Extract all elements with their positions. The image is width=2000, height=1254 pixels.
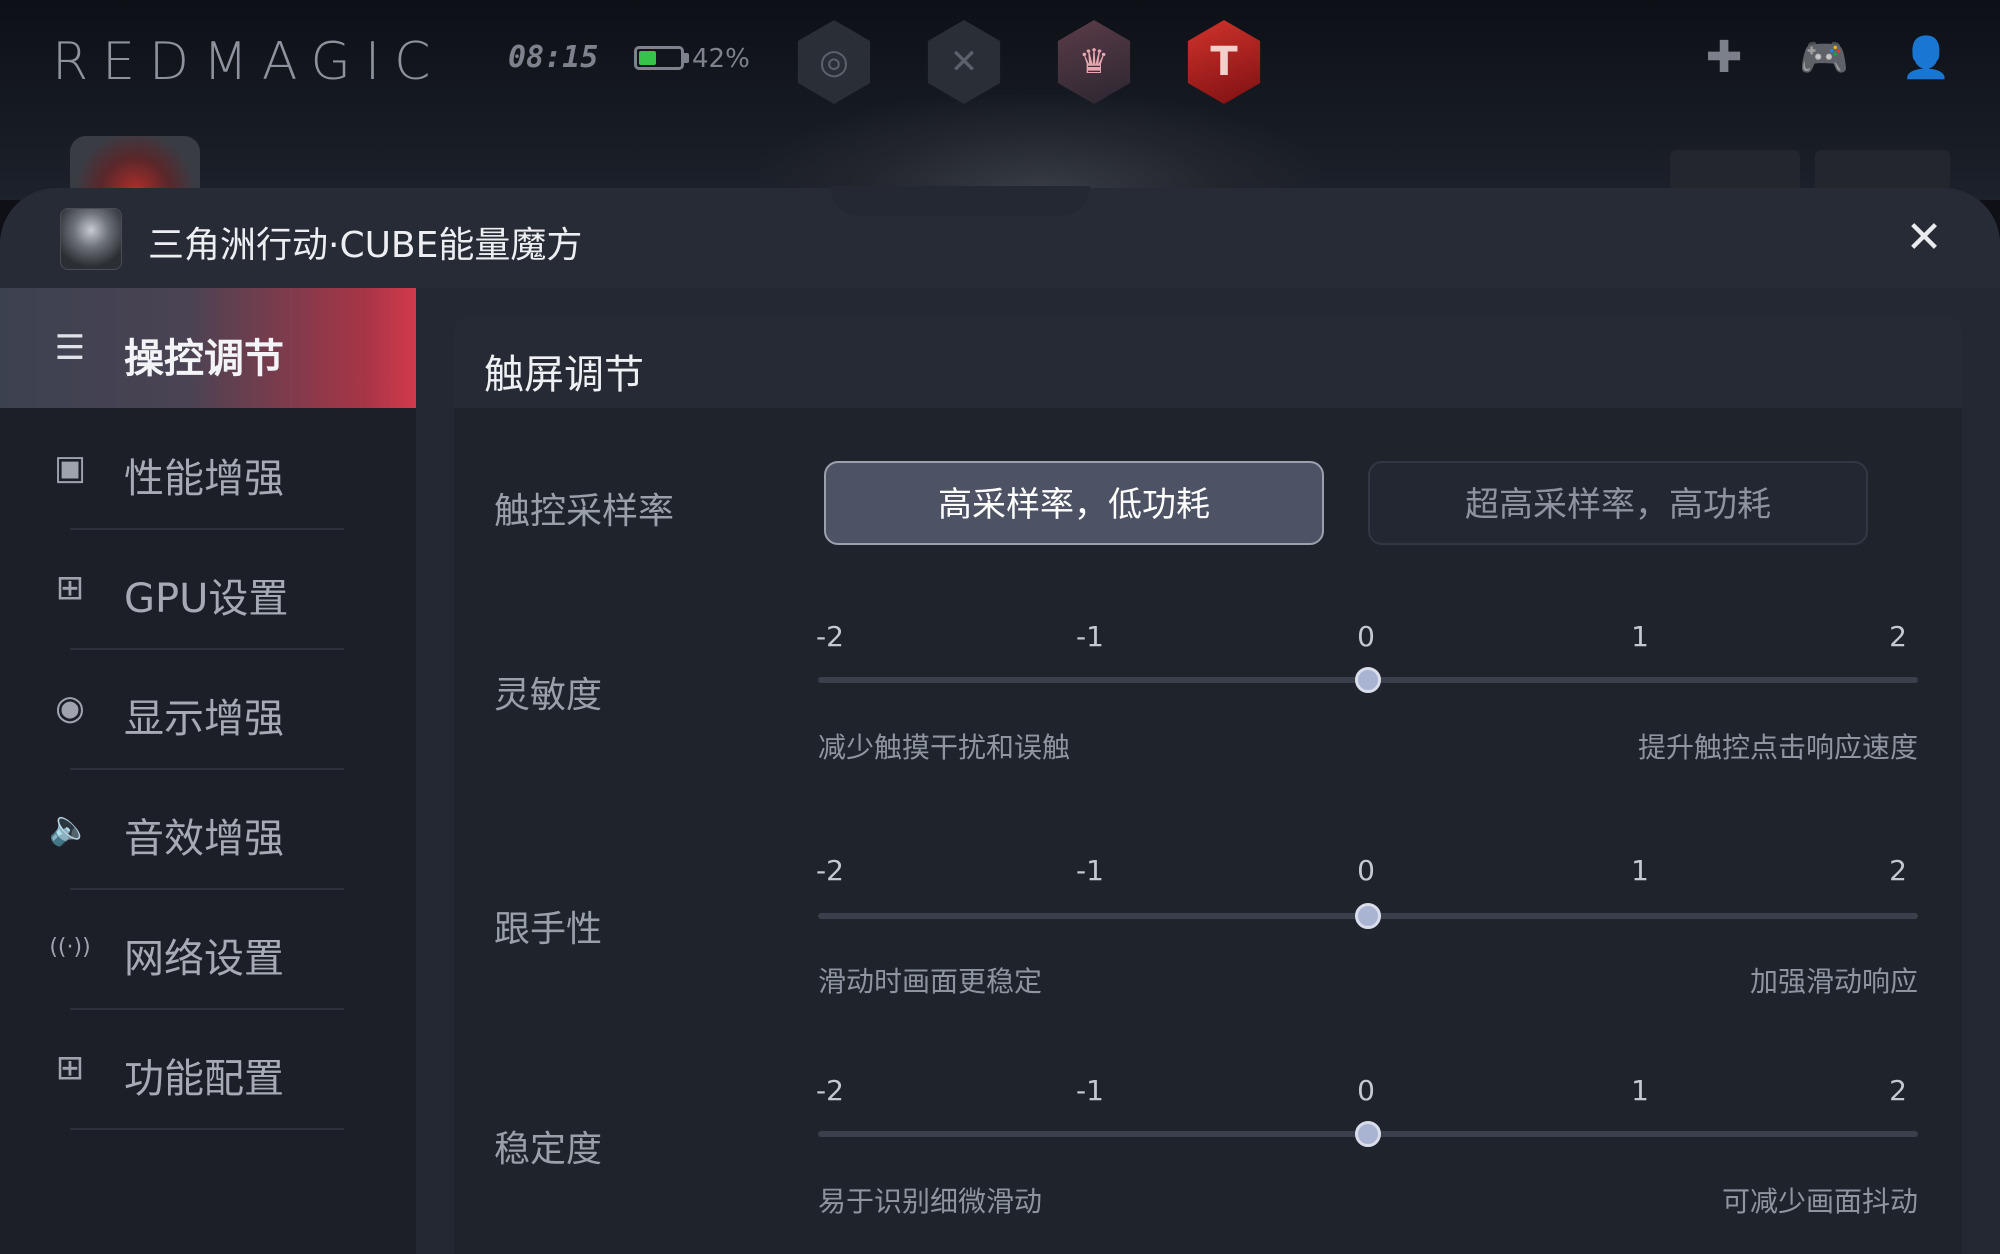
sidebar-item-label: 显示增强 <box>124 696 284 742</box>
sidebar-item-network[interactable]: ((·)) 网络设置 <box>0 888 416 1008</box>
sidebar-item-label: 操控调节 <box>124 336 284 382</box>
panel-notch <box>830 186 1090 216</box>
tick-label: -1 <box>1076 854 1104 887</box>
tick-label: 2 <box>1889 620 1907 653</box>
settings-panel: 三角洲行动·CUBE能量魔方 ✕ ☰ 操控调节 ▣ 性能增强 ⊞ GPU设置 ◉… <box>0 188 2000 1254</box>
tick-label: -2 <box>816 620 844 653</box>
sidebar-item-control[interactable]: ☰ 操控调节 <box>0 288 416 408</box>
wifi-icon: ((·)) <box>49 935 91 960</box>
tick-label: 1 <box>1631 1074 1649 1107</box>
game-avatar-icon <box>60 208 122 270</box>
sidebar-item-display[interactable]: ◉ 显示增强 <box>0 648 416 768</box>
tick-label: -1 <box>1076 1074 1104 1107</box>
battery-icon <box>634 46 684 70</box>
sensitivity-slider-thumb[interactable] <box>1355 667 1381 693</box>
section-title: 触屏调节 <box>484 352 644 398</box>
eye-icon: ◉ <box>55 688 85 728</box>
sidebar-item-label: 功能配置 <box>124 1056 284 1102</box>
clock: 08:15 <box>508 40 599 75</box>
battery-percent: 42% <box>692 44 750 74</box>
dpad-icon[interactable]: ✚ <box>1696 30 1752 86</box>
gamepad-icon[interactable]: 🎮 <box>1796 30 1852 86</box>
brand-logo: REDMAGIC <box>52 32 445 92</box>
tick-label: 1 <box>1631 854 1649 887</box>
stability-label: 稳定度 <box>494 1129 603 1170</box>
tick-label: 0 <box>1357 620 1375 653</box>
cpu-icon: ▣ <box>53 448 87 488</box>
user-icon[interactable]: 👤 <box>1898 30 1954 86</box>
sidebar-item-label: 性能增强 <box>124 456 284 502</box>
tracking-slider-thumb[interactable] <box>1355 903 1381 929</box>
sampling-rate-label: 触控采样率 <box>494 491 675 532</box>
speaker-icon: 🔈 <box>48 808 92 848</box>
tracking-hint-right: 加强滑动响应 <box>1749 965 1918 998</box>
tick-label: -1 <box>1076 620 1104 653</box>
content-card: 触屏调节 触控采样率 高采样率，低功耗 超高采样率，高功耗 灵敏度 -2 -1 … <box>454 316 1962 1254</box>
ultra-sampling-high-power-button[interactable]: 超高采样率，高功耗 <box>1368 461 1868 545</box>
tick-label: 2 <box>1889 854 1907 887</box>
battery-cap <box>684 53 689 63</box>
sidebar-item-audio[interactable]: 🔈 音效增强 <box>0 768 416 888</box>
high-sampling-low-power-button[interactable]: 高采样率，低功耗 <box>824 461 1324 545</box>
tick-label: 2 <box>1889 1074 1907 1107</box>
sidebar-item-label: GPU设置 <box>124 576 289 622</box>
sidebar-item-label: 音效增强 <box>124 816 284 862</box>
tracking-hint-left: 滑动时画面更稳定 <box>818 965 1043 998</box>
sliders-icon: ☰ <box>54 328 86 368</box>
sidebar: ☰ 操控调节 ▣ 性能增强 ⊞ GPU设置 ◉ 显示增强 🔈 音效增强 ((·)… <box>0 288 416 1254</box>
stability-hint-right: 可减少画面抖动 <box>1721 1185 1918 1218</box>
tick-label: 0 <box>1357 854 1375 887</box>
sidebar-item-features[interactable]: ⊞ 功能配置 <box>0 1008 416 1128</box>
divider <box>70 1128 344 1130</box>
game-title: 三角洲行动·CUBE能量魔方 <box>148 225 583 266</box>
sensitivity-hint-left: 减少触摸干扰和误触 <box>818 731 1071 764</box>
stability-hint-left: 易于识别细微滑动 <box>818 1185 1043 1218</box>
content-header: 触屏调节 <box>454 316 1962 408</box>
sensitivity-label: 灵敏度 <box>494 675 603 716</box>
close-button[interactable]: ✕ <box>1892 206 1956 270</box>
tracking-label: 跟手性 <box>494 909 603 950</box>
sidebar-item-performance[interactable]: ▣ 性能增强 <box>0 408 416 528</box>
stability-slider-thumb[interactable] <box>1355 1121 1381 1147</box>
tick-label: 0 <box>1357 1074 1375 1107</box>
chip-icon: ⊞ <box>55 568 85 608</box>
tick-label: -2 <box>816 854 844 887</box>
sidebar-item-label: 网络设置 <box>124 936 284 982</box>
tick-label: -2 <box>816 1074 844 1107</box>
grid-icon: ⊞ <box>55 1048 85 1088</box>
battery-level <box>639 51 656 65</box>
tick-label: 1 <box>1631 620 1649 653</box>
sidebar-item-gpu[interactable]: ⊞ GPU设置 <box>0 528 416 648</box>
sensitivity-hint-right: 提升触控点击响应速度 <box>1637 731 1918 764</box>
